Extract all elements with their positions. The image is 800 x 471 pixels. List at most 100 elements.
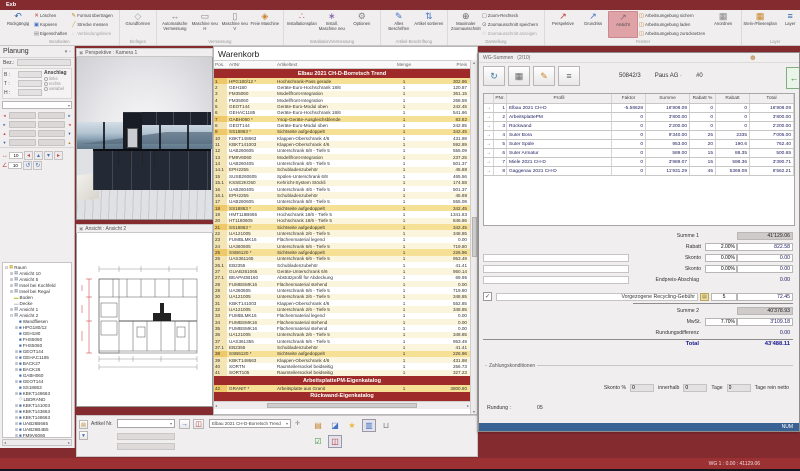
catalog-select[interactable]: Elbau 2021 CH-D-Borretsch Trend ▾ xyxy=(209,419,291,428)
table-row[interactable]: 40 SORTN Raumteilersockel beidseitig 1 2… xyxy=(214,363,470,369)
table-row[interactable]: 3 FM35060 Modellfront-Integration 1 361.… xyxy=(214,91,470,97)
ribbon-button[interactable]: ∴ Installationsplan xyxy=(287,11,317,38)
toolbar-icon-button[interactable]: ▤ xyxy=(311,419,325,432)
table-row[interactable]: 38 SSB6120 * Sichtseite aufgedoppelt 1 2… xyxy=(214,351,470,357)
height-field[interactable] xyxy=(18,89,42,96)
width-field[interactable] xyxy=(18,71,42,78)
table-row[interactable]: 26 UAS361165 Unterschrank 6/6 - Tiefe 5 … xyxy=(214,256,470,262)
table-row[interactable]: 30 UA121005 Unterschrank 2/6 - Tiefe 5 1… xyxy=(214,294,470,300)
perspective-pane-titlebar[interactable]: ▣ Perspektive : Kamera 1 xyxy=(76,48,213,57)
table-row[interactable]: 28 FUMBSMK16 Flächenmaterial stehend 1 0… xyxy=(214,281,470,287)
ribbon-button[interactable]: ≡ Layer xyxy=(775,11,800,38)
table-row[interactable]: 9 SS18863 * Sichtseite aufgedoppelt 1 34… xyxy=(214,129,470,135)
catalog-red-button[interactable]: ◫ xyxy=(193,419,204,429)
ribbon-button[interactable]: ⇅ Artikel sortieren xyxy=(414,11,444,38)
table-row[interactable]: 23 FUMBLMK16 Flächenmaterial legend 1 0.… xyxy=(214,237,470,243)
table-row[interactable]: 8 GEOT144 Geräte-Euro-Modul oben 1 242.8… xyxy=(214,122,470,128)
placement-button[interactable] xyxy=(38,130,65,137)
wg-tool-button[interactable]: ✎ xyxy=(533,66,555,86)
move-up-button[interactable]: ▴ xyxy=(34,151,43,160)
table-row[interactable]: 15.1 KSSE2KO50 Kehricht-System Stöckli 1… xyxy=(214,180,470,186)
ribbon-button[interactable]: ↗ Ansicht xyxy=(608,11,638,38)
table-row[interactable]: 41 SORT105 Raumteilersockel beidseitig 1… xyxy=(214,370,470,376)
wg-table-row[interactable]: → 6 Suter Armatur 0 589.00 15 88.35 500.… xyxy=(484,149,794,158)
wg-table-row[interactable]: → 7 Miele 2021 CH-D 0 3'989.07 15 598.36… xyxy=(484,158,794,167)
innerhalb-field[interactable] xyxy=(683,384,707,392)
rabatt-pct-input[interactable] xyxy=(705,243,737,251)
col-pnr[interactable]: PNr. xyxy=(494,94,507,103)
table-row[interactable]: 17 UAB260605 Unterschrank 6/8 - Tiefe 5 … xyxy=(214,199,470,205)
table-row[interactable]: 39 KBKT148663 Klappen-Oberschrank 4/6 1 … xyxy=(214,357,470,363)
ribbon-button[interactable]: ✎ Alles Beschriften xyxy=(384,11,414,38)
wg-table-row[interactable]: → 5 Suter Spüle 0 953.00 20 190.6 762.40 xyxy=(484,140,794,149)
mini-save-button[interactable]: ▼ xyxy=(79,431,88,440)
table-row[interactable]: 20 HT1180605 Hochschrank 18/6 - Tiefe 5 … xyxy=(214,218,470,224)
table-row[interactable]: 13 FM9V6060 Modellfront-Integration 1 23… xyxy=(214,154,470,160)
col-artikeltext[interactable]: Artikeltext xyxy=(275,62,378,67)
pin-icon[interactable]: ✛ xyxy=(295,420,300,427)
table-row[interactable]: 27 GUAB361065 Geräte-Unterschrank 6/6 1 … xyxy=(214,268,470,274)
table-row[interactable]: 12 UAB260605 Unterschrank 6/8 - Tiefe 5 … xyxy=(214,148,470,154)
table-row[interactable]: 37 UAS361355 Unterschrank 6/6 - Tiefe 5 … xyxy=(214,338,470,344)
move-left-button[interactable]: ◂ xyxy=(24,151,33,160)
skonto1-text-field[interactable] xyxy=(483,254,629,262)
pin-icon[interactable]: ▫ xyxy=(69,49,71,55)
ribbon-button[interactable]: ◫ Arbeitsumgebung sichern xyxy=(638,11,708,20)
skonto1-pct-input[interactable] xyxy=(705,254,737,262)
ribbon-button[interactable]: ◈ Freie Maschine xyxy=(250,11,280,38)
mwst-pct-input[interactable] xyxy=(705,318,737,326)
table-row[interactable]: 14.1 EPH2255 Schubladenzubehör 1 45.88 xyxy=(214,167,470,173)
table-row[interactable]: 11 KBKT141003 Klappen-Oberschrank 4/6 1 … xyxy=(214,141,470,147)
ribbon-button[interactable]: ⚙ Optionen xyxy=(347,11,377,38)
ribbon-button[interactable]: ∟ Verbindungslinien xyxy=(70,29,116,38)
endpreis-text-field[interactable] xyxy=(483,276,629,284)
ribbon-button[interactable]: ↗ Grundriss xyxy=(578,11,608,38)
table-row[interactable]: 6 GEHAC1185 Geräte-Euro-Hochschrank 18/6… xyxy=(214,110,470,116)
rotate-cw-button[interactable]: ↻ xyxy=(33,161,42,170)
recycling-checkbox[interactable]: ✓ xyxy=(483,292,492,301)
toolbar-icon-button[interactable]: ☑ xyxy=(311,435,325,448)
col-faktor[interactable]: Faktor xyxy=(612,94,646,103)
ribbon-button[interactable]: ◫ Arbeitsumgebung zurücksetzen xyxy=(638,29,708,38)
ribbon-button[interactable]: ↔ Automatische Vermessung xyxy=(160,11,190,38)
table-row[interactable]: 22 UA121005 Unterschrank 2/6 - Tiefe 5 1… xyxy=(214,230,470,236)
ribbon-button[interactable]: ▢ Zoom-Rechteck xyxy=(481,11,541,20)
angle-value-input[interactable] xyxy=(8,162,22,169)
placement-button[interactable] xyxy=(38,112,65,119)
tree-hscrollbar[interactable]: ◂▸ xyxy=(2,439,72,446)
skonto2-pct-input[interactable] xyxy=(705,265,737,273)
ribbon-button[interactable]: ⊚ Zoomausschnitt anzeigen xyxy=(481,29,541,38)
wg-tool-button[interactable]: ▦ xyxy=(508,66,530,86)
placement-button[interactable] xyxy=(38,121,65,128)
elevation-pane-titlebar[interactable]: ▣ Ansicht : Ansicht 2 xyxy=(76,224,213,233)
table-row[interactable]: 21 SS18863 * Sichtseite aufgedoppelt 1 3… xyxy=(214,224,470,230)
col-artnr[interactable]: ArtNr xyxy=(227,62,275,67)
ribbon-button[interactable]: ▤ Eigenschaften xyxy=(33,29,70,38)
table-row[interactable]: 25 SSB6120 * Sichtseite aufgedoppelt 1 2… xyxy=(214,249,470,255)
table-row[interactable]: 1 HPG180/12 * Hochschrank-Pass gerade 1 … xyxy=(214,78,470,84)
table-row[interactable]: 31 KBKT141003 Klappen-Oberschrank 4/6 1 … xyxy=(214,300,470,306)
step-value-input[interactable] xyxy=(9,152,23,159)
wg-table-row[interactable]: → 4 Suter Bora 0 9'340.00 25 2335 7'005.… xyxy=(484,131,794,140)
col-rabatt-pct[interactable]: Rabatt % xyxy=(690,94,716,103)
ribbon-button[interactable]: ⊙ Zoomausschnitt speichern xyxy=(481,20,541,29)
table-row[interactable]: 42 GRANIT * Arbeitsplatte aus Granit 1 3… xyxy=(214,385,470,391)
table-row[interactable]: 26.1 EB2355 Schubladenzubehör 1 41.41 xyxy=(214,262,470,268)
ribbon-button[interactable]: ◇ Grundformen xyxy=(123,11,153,38)
table-row[interactable]: 35 FUMBSMK16 Flächenmaterial stehend 1 0… xyxy=(214,325,470,331)
ribbon-button[interactable]: ✕ Löschen xyxy=(33,11,70,20)
mini-list-button[interactable]: ▤ xyxy=(79,420,88,429)
move-right-button[interactable]: ▸ xyxy=(54,151,63,160)
table-row[interactable]: 16 UAB260405 Unterschrank 4/6 - Tiefe 5 … xyxy=(214,186,470,192)
recycling-label-box[interactable]: Vorgezogene Recycling-Gebühr xyxy=(496,293,698,301)
wg-tool-button[interactable]: ≡ xyxy=(558,66,580,86)
table-row[interactable]: 7 GABH060 * Ysop-Geräte-Ausgleichsblende… xyxy=(214,116,470,122)
col-rabatt[interactable]: Rabatt xyxy=(716,94,750,103)
ribbon-button[interactable]: ▯ Maschine neu V xyxy=(220,11,250,38)
toolbar-icon-button[interactable]: ▥ xyxy=(362,419,376,432)
kitchen-3d-render[interactable] xyxy=(76,57,213,220)
table-row[interactable]: 33 FUMBLMK16 Flächenmaterial legend 1 0.… xyxy=(214,313,470,319)
table-row[interactable]: 32 UA121005 Unterschrank 2/6 - Tiefe 5 1… xyxy=(214,306,470,312)
toolbar-icon-button[interactable]: ★ xyxy=(345,419,359,432)
table-row[interactable]: 24 UA360605 Unterschrank 6/6 - Tiefe 5 1… xyxy=(214,243,470,249)
